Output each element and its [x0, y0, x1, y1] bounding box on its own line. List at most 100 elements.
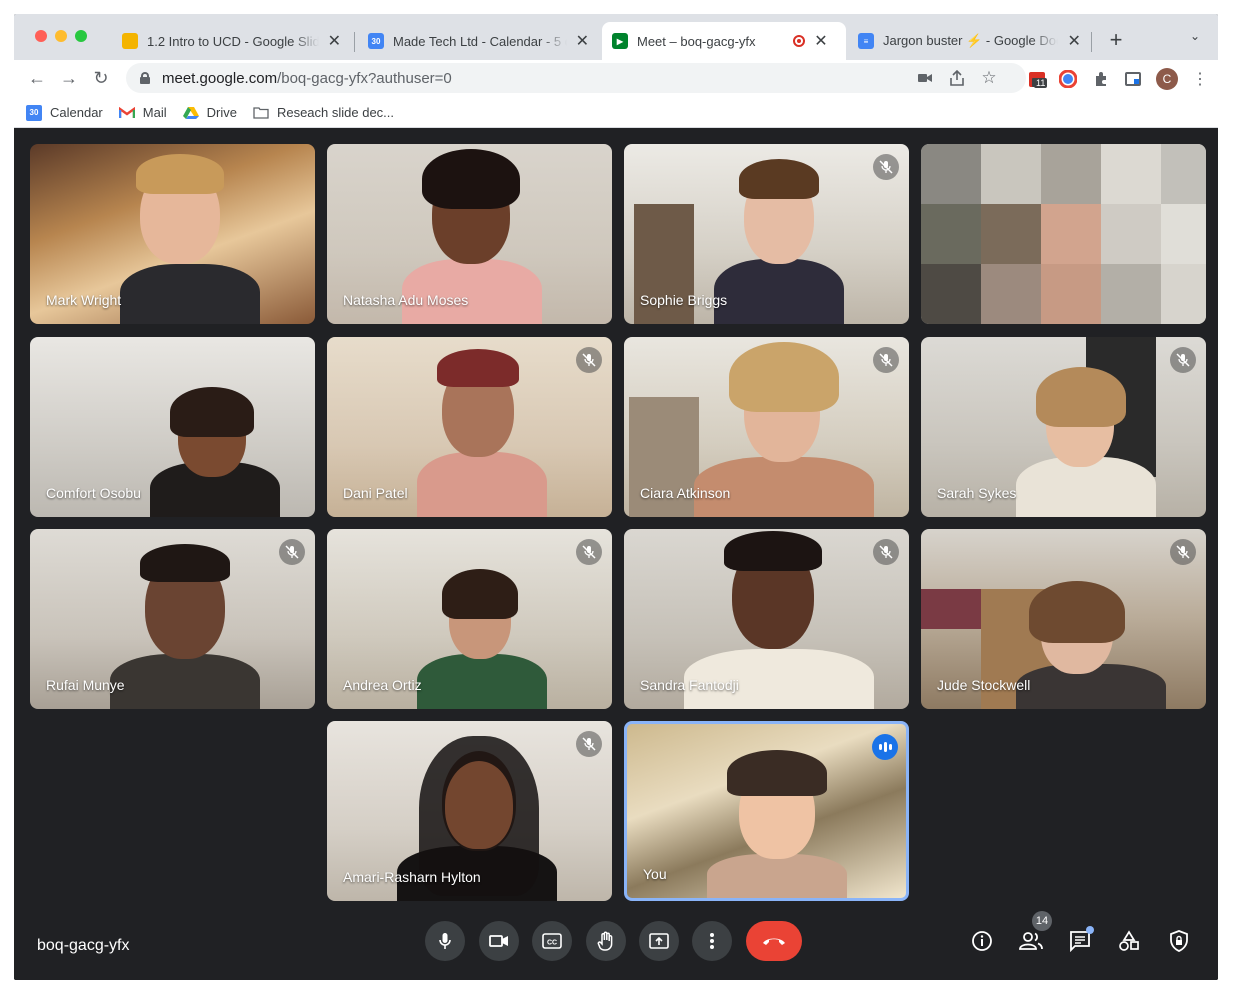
participant-name: You [643, 866, 667, 882]
tab-calendar[interactable]: 30 Made Tech Ltd - Calendar - 5 d ✕ [358, 22, 600, 60]
meeting-code: boq-gacg-yfx [37, 937, 130, 954]
participant-tile[interactable]: Ciara Atkinson [624, 337, 909, 517]
muted-mic-icon [1170, 539, 1196, 565]
participant-tile[interactable]: Sophie Briggs [624, 144, 909, 324]
participant-name: Sandra Fantodji [640, 677, 739, 693]
extension-badge: 11 [1034, 78, 1048, 88]
microphone-button[interactable] [425, 921, 465, 961]
participant-name: Ciara Atkinson [640, 485, 731, 501]
participant-tile-pixelated[interactable] [921, 144, 1206, 324]
muted-mic-icon [873, 154, 899, 180]
calendar-icon: 30 [368, 33, 384, 49]
tab-slides[interactable]: 1.2 Intro to UCD - Google Slides ✕ [112, 22, 352, 60]
browser-window: 1.2 Intro to UCD - Google Slides ✕ 30 Ma… [14, 14, 1218, 980]
bookmark-calendar[interactable]: 30 Calendar [26, 104, 103, 121]
participant-name: Comfort Osobu [46, 485, 141, 501]
close-icon[interactable]: ✕ [327, 31, 342, 51]
microphone-icon [439, 933, 451, 949]
docs-icon: ≡ [858, 33, 874, 49]
tab-title: Meet – boq-gacg-yfx [637, 33, 756, 49]
bookmark-drive[interactable]: Drive [182, 105, 237, 121]
participant-tile[interactable]: Sandra Fantodji [624, 529, 909, 709]
meet-stage: Mark Wright Natasha Adu Moses Sophie Bri… [14, 128, 1218, 980]
svg-text:CC: CC [547, 940, 557, 947]
close-icon[interactable]: ✕ [1066, 31, 1082, 51]
camera-button[interactable] [479, 921, 519, 961]
meet-icon: ▶ [612, 33, 628, 49]
participant-tile[interactable]: Amari-Rasharn Hylton [327, 721, 612, 901]
captions-icon: CC [542, 933, 562, 949]
host-controls-button[interactable] [1166, 928, 1192, 954]
participant-tile[interactable]: Comfort Osobu [30, 337, 315, 517]
bookmark-label: Calendar [50, 105, 103, 120]
address-bar[interactable]: meet.google.com/boq-gacg-yfx?authuser=0 … [126, 63, 1026, 93]
participant-name: Natasha Adu Moses [343, 292, 469, 308]
back-button[interactable]: ← [26, 68, 48, 89]
more-options-button[interactable] [692, 921, 732, 961]
bookmark-label: Drive [206, 105, 237, 120]
close-icon[interactable]: ✕ [813, 31, 829, 51]
browser-menu-icon[interactable]: ⋮ [1191, 70, 1209, 88]
participant-tile[interactable]: Andrea Ortiz [327, 529, 612, 709]
tab-jargon-buster[interactable]: ≡ Jargon buster ⚡ - Google Doc ✕ [848, 22, 1092, 60]
raise-hand-button[interactable] [586, 921, 626, 961]
participant-count-badge: 14 [1032, 911, 1052, 931]
new-tab-button[interactable]: + [1104, 27, 1128, 53]
participant-name: Amari-Rasharn Hylton [343, 869, 481, 885]
bookmark-star-icon[interactable]: ☆ [980, 68, 998, 87]
participant-tile[interactable]: Dani Patel [327, 337, 612, 517]
reload-button[interactable]: ↻ [90, 68, 112, 89]
forward-button[interactable]: → [58, 68, 80, 89]
participant-tile[interactable]: Sarah Sykes [921, 337, 1206, 517]
tab-title: Jargon buster ⚡ - Google Doc [883, 33, 1059, 48]
meeting-details-button[interactable] [969, 928, 995, 954]
screen-capture-extension-icon[interactable] [1124, 70, 1142, 88]
end-call-button[interactable] [746, 921, 802, 961]
muted-mic-icon [279, 539, 305, 565]
muted-mic-icon [873, 347, 899, 373]
muted-mic-icon [576, 347, 602, 373]
participant-tile[interactable]: Jude Stockwell [921, 529, 1206, 709]
tab-title: 1.2 Intro to UCD - Google Slides [147, 33, 319, 49]
muted-mic-icon [576, 731, 602, 757]
drive-icon [182, 105, 199, 121]
minimize-window-button[interactable] [55, 30, 67, 42]
bookmark-label: Reseach slide dec... [276, 105, 395, 120]
bookmark-research-folder[interactable]: Reseach slide dec... [253, 105, 394, 121]
browser-toolbar: ← → ↻ meet.google.com/boq-gacg-yfx?authu… [14, 60, 1218, 98]
present-screen-button[interactable] [639, 921, 679, 961]
tab-meet[interactable]: ▶ Meet – boq-gacg-yfx ✕ [602, 22, 846, 60]
self-view-tile[interactable]: You [624, 721, 909, 901]
muted-mic-icon [1170, 347, 1196, 373]
extensions-puzzle-icon[interactable] [1092, 70, 1110, 88]
url-host: meet.google.com [162, 69, 278, 87]
close-window-button[interactable] [35, 30, 47, 42]
participant-tile[interactable]: Rufai Munye [30, 529, 315, 709]
lock-icon[interactable] [140, 72, 150, 84]
profile-avatar[interactable]: C [1156, 68, 1178, 90]
muted-mic-icon [873, 539, 899, 565]
share-icon[interactable] [948, 69, 966, 87]
hang-up-icon [763, 938, 785, 945]
maximize-window-button[interactable] [75, 30, 87, 42]
tab-search-chevron-icon[interactable]: ⌄ [1190, 29, 1200, 43]
activities-button[interactable] [1116, 928, 1142, 954]
info-icon [972, 931, 992, 951]
more-vert-icon [710, 933, 714, 949]
participant-tile[interactable]: Mark Wright [30, 144, 315, 324]
participant-tile[interactable]: Natasha Adu Moses [327, 144, 612, 324]
participant-name: Rufai Munye [46, 677, 125, 693]
bookmark-label: Mail [142, 105, 167, 120]
recording-icon [793, 35, 805, 47]
people-icon [1019, 932, 1043, 950]
camera-in-use-icon[interactable] [916, 69, 934, 87]
bookmarks-bar: 30 Calendar Mail Drive Reseach slide dec… [14, 98, 1218, 128]
bookmark-mail[interactable]: Mail [118, 105, 167, 121]
close-icon[interactable]: ✕ [575, 31, 590, 51]
participants-button[interactable] [1018, 928, 1044, 954]
shapes-icon [1119, 930, 1139, 951]
gmail-icon [118, 105, 135, 121]
captions-button[interactable]: CC [532, 921, 572, 961]
muted-mic-icon [576, 539, 602, 565]
color-picker-extension-icon[interactable] [1059, 70, 1077, 88]
